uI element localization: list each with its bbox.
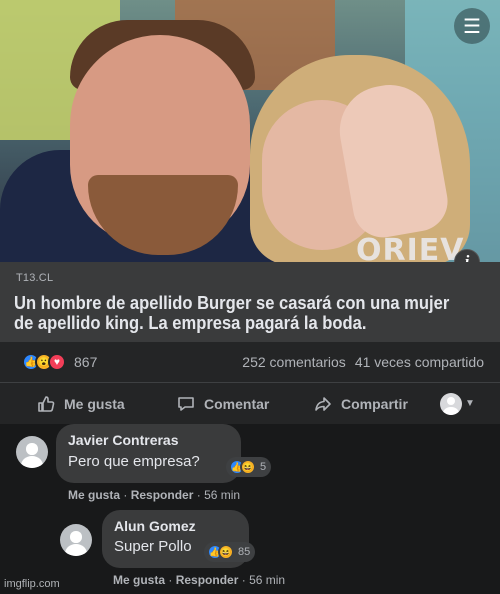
post-photo[interactable]: ☰ ORIEV i	[0, 0, 500, 262]
share-button-label: Compartir	[341, 395, 408, 412]
comment-reply-link[interactable]: Responder	[176, 573, 239, 587]
react-as-selector[interactable]: ▼	[440, 392, 475, 415]
share-count-link[interactable]: 41 veces compartido	[355, 354, 484, 370]
comment-timestamp[interactable]: 56 min	[204, 488, 240, 502]
comment-reply: Alun Gomez Super Pollo 👍 😆 85	[60, 510, 256, 568]
imgflip-watermark: imgflip.com	[4, 578, 60, 590]
comment-timestamp[interactable]: 56 min	[249, 573, 285, 587]
comment-meta: Me gusta · Responder · 56 min	[68, 488, 240, 502]
comment-text: Pero que empresa?	[68, 453, 200, 470]
comment-reaction-count: 5	[260, 461, 267, 473]
link-source: T13.CL	[16, 272, 54, 284]
comment-count-link[interactable]: 252 comentarios	[242, 354, 346, 370]
caret-down-icon: ▼	[465, 398, 475, 409]
comment-reaction-badge[interactable]: 👍 😆 5	[226, 457, 272, 477]
comment: Javier Contreras Pero que empresa? 👍 😆 5	[16, 424, 272, 483]
love-icon: ♥	[48, 353, 66, 371]
comment-button[interactable]: Comentar	[176, 394, 313, 414]
comment-bubble: Javier Contreras Pero que empresa?	[56, 424, 241, 483]
link-headline-line-2[interactable]: de apellido king. La empresa pagará la b…	[14, 313, 448, 333]
avatar[interactable]	[16, 436, 48, 468]
post-action-bar: Me gusta Comentar Compartir ▼	[0, 382, 500, 424]
link-preview[interactable]: T13.CL Un hombre de apellido Burger se c…	[0, 262, 500, 342]
reaction-count[interactable]: 867	[74, 354, 97, 370]
photo-watermark: ORIEV	[356, 233, 465, 263]
reaction-summary[interactable]: 👍 😮 ♥	[22, 353, 66, 371]
comment-meta: Me gusta · Responder · 56 min	[113, 573, 285, 587]
menu-icon[interactable]: ☰	[454, 8, 490, 44]
link-headline-line-1[interactable]: Un hombre de apellido Burger se casará c…	[14, 293, 449, 313]
post-stats: 👍 😮 ♥ 867 252 comentarios 41 veces compa…	[0, 342, 500, 382]
thumbs-up-icon	[38, 395, 55, 412]
haha-icon: 😆	[240, 459, 256, 475]
comment-author[interactable]: Alun Gomez	[114, 518, 237, 535]
comment-author[interactable]: Javier Contreras	[68, 432, 229, 449]
comment-bubble-icon	[178, 396, 194, 411]
separator-dot: ·	[168, 573, 173, 587]
comment-like-link[interactable]: Me gusta	[113, 573, 165, 587]
comment-button-label: Comentar	[204, 395, 270, 412]
share-arrow-icon	[315, 396, 331, 411]
share-button[interactable]: Compartir	[313, 394, 440, 414]
separator-dot: ·	[241, 573, 246, 587]
avatar[interactable]	[60, 524, 92, 556]
comment-reaction-count: 85	[238, 546, 251, 558]
separator-dot: ·	[123, 488, 128, 502]
comment-reaction-badge[interactable]: 👍 😆 85	[204, 542, 256, 562]
haha-icon: 😆	[218, 544, 234, 560]
like-button-label: Me gusta	[64, 395, 125, 412]
comment-like-link[interactable]: Me gusta	[68, 488, 120, 502]
separator-dot: ·	[196, 488, 201, 502]
like-button[interactable]: Me gusta	[36, 394, 176, 414]
profile-avatar-icon	[440, 392, 462, 415]
comment-reply-link[interactable]: Responder	[131, 488, 194, 502]
